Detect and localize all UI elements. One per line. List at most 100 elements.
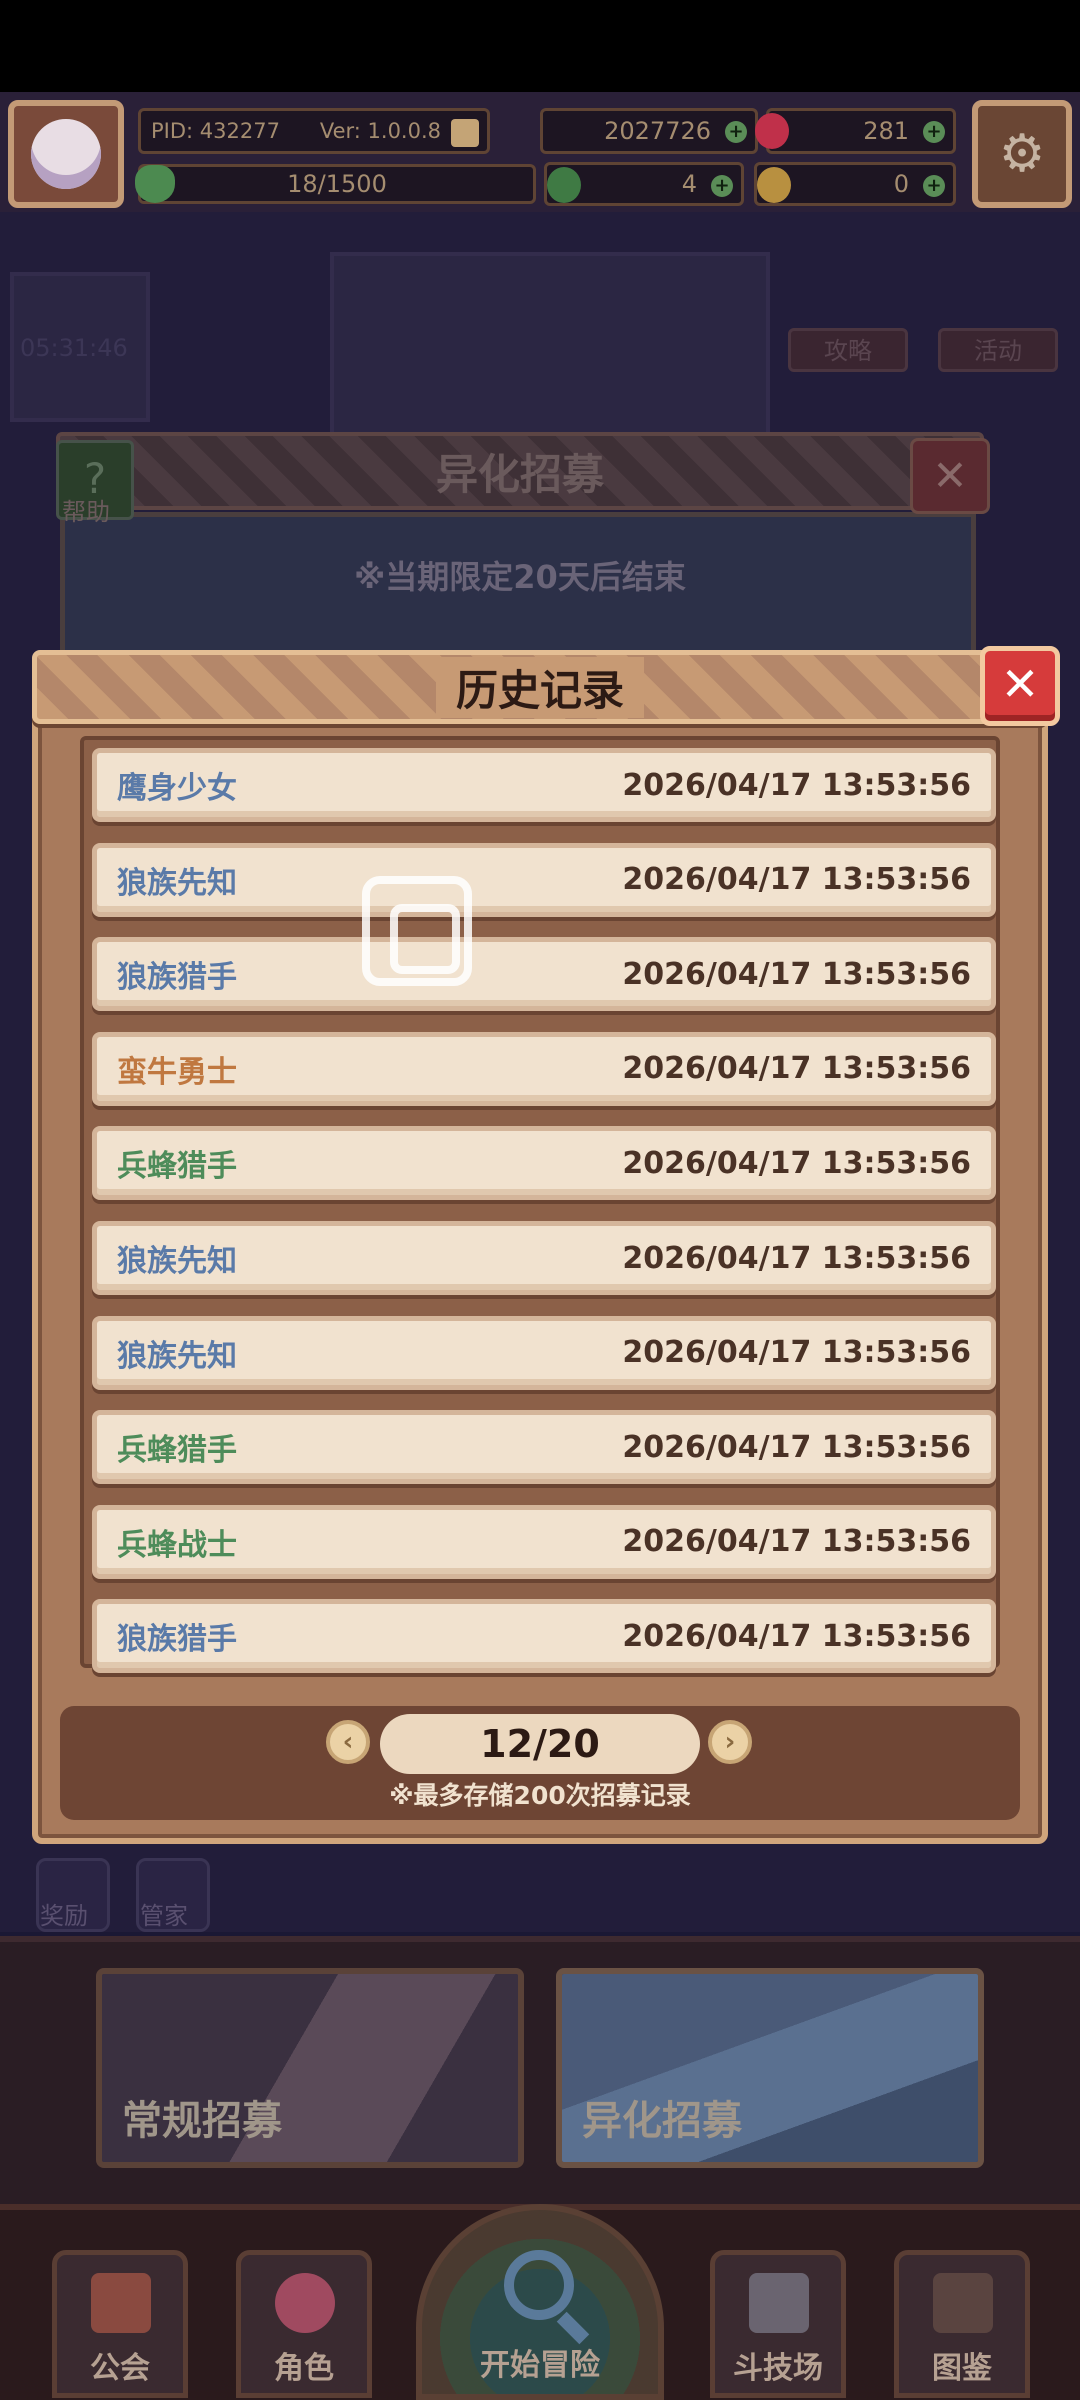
record-timestamp: 2026/04/17 13:53:56 [622, 1618, 971, 1654]
alien-recruit-title: 异化招募 [435, 449, 604, 499]
history-record-row: 鹰身少女 2026/04/17 13:53:56 [92, 748, 996, 822]
nav-character[interactable]: 角色 [236, 2250, 372, 2398]
nav-adventure-label: 开始冒险 [480, 2348, 600, 2383]
gear-icon: ⚙ [998, 124, 1046, 184]
alien-recruit-label: 异化招募 [582, 2098, 742, 2144]
history-record-row: 狼族先知 2026/04/17 13:53:56 [92, 842, 996, 917]
nav-codex-label: 图鉴 [932, 2351, 992, 2386]
nav-arena-label: 斗技场 [733, 2351, 823, 2386]
gold-amount: 2027726 [604, 117, 711, 145]
key-icon [757, 167, 791, 203]
gem-counter[interactable]: 281 + [755, 108, 956, 154]
add-gem-icon[interactable]: + [923, 121, 945, 143]
record-timestamp: 2026/04/17 13:53:56 [622, 956, 971, 992]
previous-page-button[interactable]: ‹ [326, 1720, 370, 1764]
record-timestamp: 2026/04/17 13:53:56 [622, 1145, 971, 1181]
player-id: PID: 432277 [151, 119, 280, 143]
limited-period-notice: ※当期限定20天后结束 [354, 558, 686, 596]
nav-guild-label: 公会 [90, 2351, 150, 2386]
history-record-row: 蛮牛勇士 2026/04/17 13:53:56 [92, 1031, 996, 1106]
key-amount: 0 [893, 170, 909, 198]
record-character-name: 兵蜂猎手 [117, 1149, 237, 1185]
record-character-name: 兵蜂战士 [117, 1527, 237, 1563]
history-record-list[interactable]: 鹰身少女 2026/04/17 13:53:56 狼族先知 2026/04/17 13… [80, 736, 1000, 1674]
nav-character-label: 角色 [274, 2351, 334, 2386]
history-record-row: 兵蜂猎手 2026/04/17 13:53:56 [92, 1126, 996, 1201]
scene-building [330, 252, 770, 452]
screen-recorder-overlay-icon[interactable] [362, 876, 472, 986]
arrow-right-icon: › [724, 1727, 736, 1757]
history-record-row: 狼族猎手 2026/04/17 13:53:56 [92, 937, 996, 1012]
record-timestamp: 2026/04/17 13:53:56 [622, 1335, 971, 1371]
history-title: 历史记录 [435, 656, 644, 718]
gem-icon [755, 113, 789, 149]
key-counter[interactable]: 0 + [754, 162, 956, 206]
next-page-button[interactable]: › [708, 1720, 752, 1764]
alien-recruit-card[interactable]: 异化招募 [556, 1968, 984, 2168]
crossed-swords-icon [749, 2273, 809, 2333]
magnifier-icon [504, 2250, 574, 2320]
record-timestamp: 2026/04/17 13:53:56 [622, 767, 971, 803]
record-character-name: 狼族先知 [117, 1244, 237, 1279]
clover-counter[interactable]: 4 + [544, 162, 744, 206]
guide-button[interactable]: 攻略 [788, 328, 908, 372]
normal-recruit-label: 常规招募 [122, 2098, 282, 2144]
add-key-icon[interactable]: + [923, 175, 945, 197]
record-character-name: 狼族先知 [117, 1338, 237, 1374]
record-timestamp: 2026/04/17 13:53:56 [622, 1429, 971, 1465]
history-record-row: 狼族先知 2026/04/17 13:53:56 [92, 1221, 996, 1295]
history-record-row: 狼族猎手 2026/04/17 13:53:56 [92, 1599, 996, 1674]
add-clover-icon[interactable]: + [711, 175, 733, 197]
event-timer: 05:31:46 [20, 334, 128, 362]
record-timestamp: 2026/04/17 13:53:56 [622, 862, 971, 898]
record-timestamp: 2026/04/17 13:53:56 [622, 1524, 971, 1560]
codex-icon [933, 2273, 993, 2333]
record-character-name: 蛮牛勇士 [117, 1054, 237, 1090]
avatar-portrait [31, 119, 101, 189]
close-icon: ✕ [1000, 657, 1040, 711]
record-character-name: 鹰身少女 [117, 771, 237, 806]
gem-amount: 281 [863, 117, 909, 145]
nav-guild[interactable]: 公会 [52, 2250, 188, 2398]
alien-recruit-title-bar: 异化招募 [56, 432, 984, 510]
character-icon [275, 2273, 335, 2333]
gold-counter[interactable]: 2027726 + [540, 108, 758, 154]
help-label: 帮助 [62, 498, 110, 526]
nav-codex[interactable]: 图鉴 [894, 2250, 1030, 2398]
add-gold-icon[interactable]: + [725, 121, 747, 143]
storage-limit-note: ※最多存储200次招募记录 [389, 1781, 691, 1810]
record-character-name: 兵蜂猎手 [117, 1433, 237, 1469]
event-button[interactable]: 活动 [938, 328, 1058, 372]
coin-icon [451, 119, 479, 147]
history-record-row: 兵蜂战士 2026/04/17 13:53:56 [92, 1504, 996, 1579]
settings-button[interactable]: ⚙ [972, 100, 1072, 208]
reward-shortcut-label: 奖励 [40, 1902, 88, 1930]
alien-recruit-close-button[interactable]: ✕ [910, 438, 990, 514]
player-id-panel: PID: 432277 Ver: 1.0.0.8 [138, 108, 490, 154]
history-dialog: 历史记录 ✕ 鹰身少女 2026/04/17 13:53:56 狼族先知 2026/0… [32, 646, 1060, 1844]
version-label: Ver: 1.0.0.8 [319, 119, 441, 143]
page-indicator: 12/20 [380, 1714, 700, 1774]
guild-icon [91, 2273, 151, 2333]
arrow-left-icon: ‹ [342, 1727, 354, 1757]
butler-shortcut-label: 管家 [140, 1902, 188, 1930]
energy-amount: 18/1500 [287, 170, 387, 198]
energy-bar: 18/1500 [135, 164, 536, 204]
player-avatar[interactable] [8, 100, 124, 208]
clover-icon [547, 167, 581, 203]
close-icon: ✕ [932, 451, 968, 500]
record-timestamp: 2026/04/17 13:53:56 [622, 1240, 971, 1276]
history-close-button[interactable]: ✕ [980, 646, 1060, 726]
clover-amount: 4 [681, 170, 697, 198]
system-status-bar [0, 0, 1080, 92]
record-character-name: 狼族猎手 [117, 1622, 237, 1658]
record-timestamp: 2026/04/17 13:53:56 [622, 1051, 971, 1087]
record-character-name: 狼族猎手 [117, 960, 237, 996]
history-title-bar: 历史记录 [32, 650, 1048, 724]
nav-arena[interactable]: 斗技场 [710, 2250, 846, 2398]
record-character-name: 狼族先知 [117, 865, 237, 901]
normal-recruit-card[interactable]: 常规招募 [96, 1968, 524, 2168]
energy-icon [135, 165, 175, 203]
history-record-row: 兵蜂猎手 2026/04/17 13:53:56 [92, 1410, 996, 1485]
history-record-row: 狼族先知 2026/04/17 13:53:56 [92, 1315, 996, 1390]
